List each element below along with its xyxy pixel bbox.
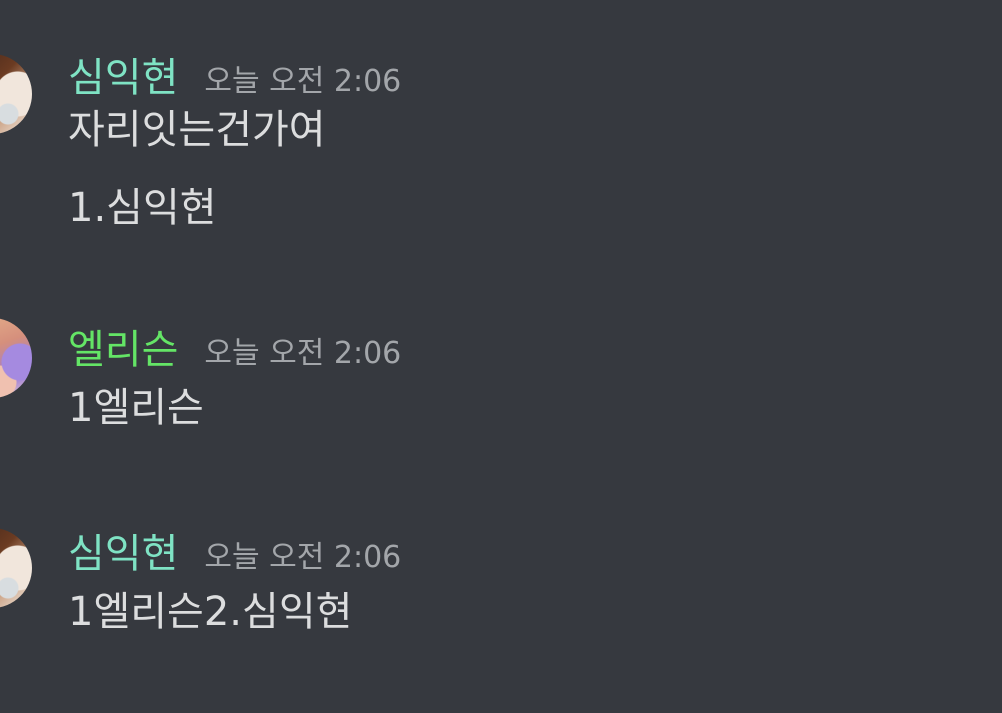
username[interactable]: 심익현 — [68, 52, 178, 104]
message-header: 엘리슨 오늘 오전 2:06 — [68, 324, 401, 380]
message-text: 1.심익현 — [68, 185, 217, 231]
message-text: 1엘리슨2.심익현 — [68, 589, 353, 635]
message-text: 자리잇는건가여 — [68, 107, 326, 153]
user-avatar[interactable] — [0, 318, 32, 398]
message-header: 심익현 오늘 오전 2:06 — [68, 528, 401, 584]
message-header: 심익현 오늘 오전 2:06 — [68, 52, 401, 108]
username[interactable]: 심익현 — [68, 528, 178, 580]
user-avatar[interactable] — [0, 528, 32, 608]
timestamp: 오늘 오전 2:06 — [204, 64, 402, 99]
message-text: 1엘리슨 — [68, 385, 204, 431]
user-avatar[interactable] — [0, 54, 32, 134]
timestamp: 오늘 오전 2:06 — [204, 540, 402, 575]
username[interactable]: 엘리슨 — [68, 324, 178, 376]
chat-message-list: 심익현 오늘 오전 2:06 자리잇는건가여 1.심익현 엘리슨 오늘 오전 2… — [0, 0, 1002, 713]
timestamp: 오늘 오전 2:06 — [204, 336, 402, 371]
